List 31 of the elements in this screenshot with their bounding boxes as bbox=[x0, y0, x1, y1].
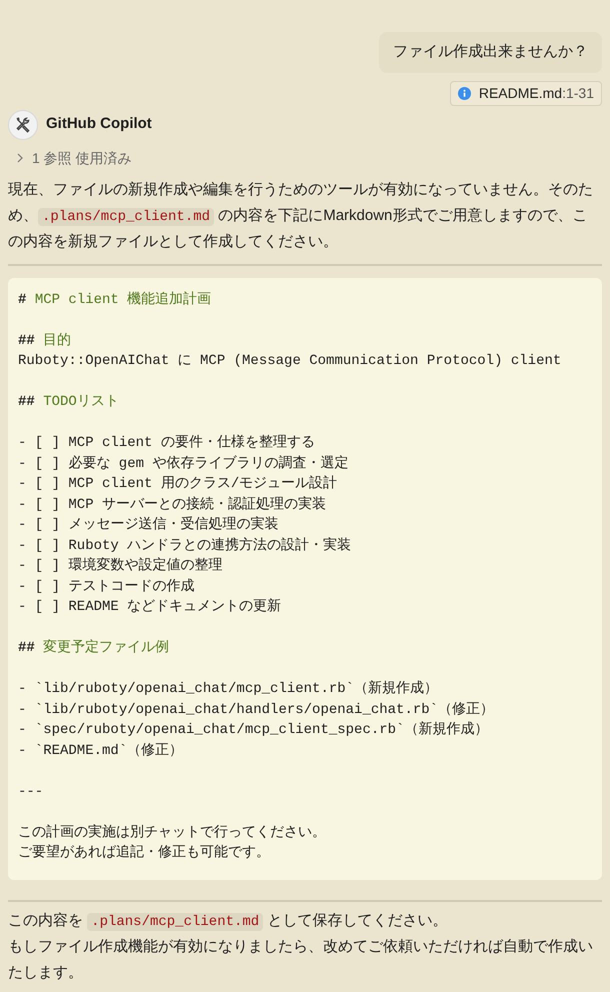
avatar-icon bbox=[8, 110, 38, 140]
message-paragraph: 現在、ファイルの新規作成や編集を行うためのツールが有効になっていません。そのため、 .plans/mcp_client.md の内容を下記にMarkdown形式でご用意しますので、この内容を新規ファイルとして作成してください。 bbox=[8, 180, 594, 252]
code-line: - [ ] Ruboty ハンドラとの連携方法の設計・実装 bbox=[18, 536, 352, 556]
code-line: - `lib/ruboty/openai_chat/mcp_client.rb`（新規作成） bbox=[18, 679, 440, 699]
code-line: - [ ] MCP client の要件・仕様を整理する bbox=[18, 434, 316, 453]
code-line: - [ ] テストコードの作成 bbox=[18, 578, 196, 596]
reference-chip[interactable]: README.md:1-31 bbox=[450, 80, 602, 106]
references-toggle[interactable]: 1 参照 使用済み bbox=[16, 148, 132, 168]
code-line: - [ ] MCP client 用のクラス/モジュール設計 bbox=[18, 474, 338, 494]
code-line: Ruboty::OpenAIChat に MCP (Message Communication Protocol) client bbox=[18, 352, 562, 371]
code-line: - [ ] 環境変数や設定値の整理 bbox=[18, 556, 224, 576]
code-line: - [ ] メッセージ送信・受信処理の実装 bbox=[18, 515, 280, 535]
code-line: - [ ] README などドキュメントの更新 bbox=[18, 597, 282, 617]
chevron-icon bbox=[16, 153, 24, 163]
code-line: - `lib/ruboty/openai_chat/handlers/openai_chat.rb`（修正） bbox=[18, 700, 496, 720]
assistant-name: GitHub Copilot bbox=[46, 114, 152, 134]
code-line: ## TODOリスト bbox=[18, 393, 120, 412]
message-paragraph: この内容を .plans/mcp_client.md として保存してください。 bbox=[8, 910, 448, 932]
code-line: - `README.md`（修正） bbox=[18, 742, 184, 760]
code-line: ## 変更予定ファイル例 bbox=[18, 638, 170, 658]
code-line: ご要望があれば追記・修正も可能です。 bbox=[18, 843, 271, 863]
code-line: --- bbox=[18, 782, 44, 802]
code-line: - [ ] 必要な gem や依存ライブラリの調査・選定 bbox=[18, 454, 350, 474]
code-line: - [ ] MCP サーバーとの接続・認証処理の実装 bbox=[18, 495, 328, 514]
code-line: - `spec/ruboty/openai_chat/mcp_client_spec.rb`（新規作成） bbox=[18, 720, 490, 740]
info-icon bbox=[458, 86, 471, 100]
code-line: この計画の実施は別チャットで行ってください。 bbox=[18, 823, 327, 842]
code-line: ## 目的 bbox=[18, 332, 72, 350]
code-line: # MCP client 機能追加計画 bbox=[18, 290, 212, 310]
user-message: ファイル作成出来ませんか？ bbox=[379, 32, 602, 72]
message-paragraph: もしファイル作成機能が有効になりましたら、改めてご依頼いただければ自動で作成いたします。 bbox=[8, 937, 594, 984]
